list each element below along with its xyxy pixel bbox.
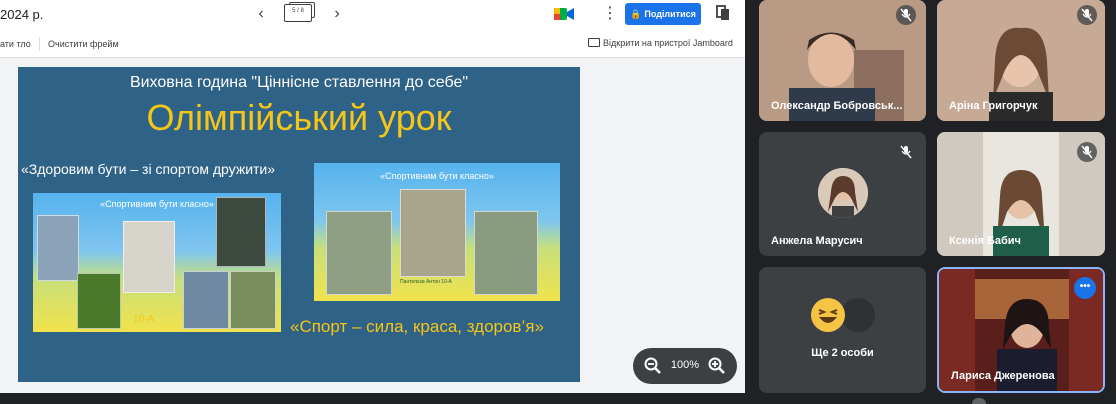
more-participants-label: Ще 2 особи (811, 347, 874, 359)
toolbar-divider (39, 37, 40, 51)
jamboard-toolbar: ати тло Очистити фрейм Відкрити на прист… (0, 30, 745, 58)
share-label: Поділитися (644, 9, 696, 19)
avatar (818, 168, 868, 218)
jamboard-panel: 2024 р. ‹ 5 / 8 › ⋮ 🔒Поділитися ати тло (0, 0, 745, 393)
laughing-emoji-icon (811, 298, 845, 332)
participant-tile-active[interactable]: ••• Лариса Джеренова (937, 267, 1105, 393)
slide-subtitle: Виховна година "Ціннісне ставлення до се… (129, 74, 469, 91)
zoom-out-icon[interactable] (643, 356, 663, 376)
participant-tile[interactable]: Олександр Бобровськ... (759, 0, 926, 121)
photo (123, 221, 175, 293)
collage-caption: «Спортивним бути класно» (380, 171, 494, 181)
photo (37, 215, 79, 281)
frame-indicator[interactable]: 5 / 8 (284, 4, 312, 22)
more-horiz-icon[interactable]: ••• (1074, 277, 1096, 299)
mic-off-indicator (1077, 142, 1097, 162)
participant-name: Олександр Бобровськ... (771, 100, 903, 112)
participant-tile[interactable]: Анжела Марусич (759, 132, 926, 256)
zoom-in-icon[interactable] (707, 356, 727, 376)
photo-collage-left: «Спортивним бути класно» 10-А (33, 193, 281, 332)
slide-slogan-sport: «Спорт – сила, краса, здоров’я» (290, 317, 544, 336)
clear-frame-button[interactable]: Очистити фрейм (48, 39, 119, 49)
share-button[interactable]: 🔒 Поділитися (625, 3, 701, 25)
participant-tile[interactable]: Аріна Григорчук (937, 0, 1105, 121)
slide-title: Олімпійський урок (146, 97, 452, 138)
photo (400, 189, 466, 277)
photo (230, 271, 276, 329)
photo (183, 271, 229, 329)
participant-name: Анжела Марусич (771, 235, 863, 247)
mic-off-indicator (896, 142, 916, 162)
photo (474, 211, 538, 295)
chevron-left-icon[interactable]: ‹ (252, 5, 270, 23)
more-participants-tile[interactable]: Ще 2 особи (759, 267, 926, 393)
scroll-handle[interactable] (972, 398, 986, 404)
chevron-right-icon[interactable]: › (328, 5, 346, 23)
mic-off-icon (1081, 145, 1093, 159)
jamboard-title[interactable]: 2024 р. (0, 7, 43, 22)
set-background-button[interactable]: ати тло (0, 39, 31, 49)
meet-present-icon[interactable] (553, 6, 575, 22)
participant-name: Лариса Джеренова (951, 370, 1055, 382)
participant-tile[interactable]: Ксенія Бабич (937, 132, 1105, 256)
photo (216, 197, 266, 267)
jam-frame[interactable]: Виховна година "Ціннісне ставлення до се… (18, 67, 580, 382)
mic-off-indicator (896, 5, 916, 25)
photo (326, 211, 392, 295)
open-on-device-label: Відкрити на пристрої Jamboard (603, 38, 733, 48)
more-vert-icon[interactable]: ⋮ (602, 5, 618, 23)
slide-slogan-health: «Здоровим бути – зі спортом дружити» (21, 161, 276, 177)
frames-panel-icon[interactable] (716, 5, 730, 21)
mic-off-icon (900, 145, 912, 159)
mic-off-icon (900, 8, 912, 22)
mic-off-indicator (1077, 5, 1097, 25)
device-icon (588, 38, 600, 47)
jamboard-topbar: 2024 р. ‹ 5 / 8 › ⋮ 🔒 Поділитися (0, 0, 745, 30)
meet-window: 2024 р. ‹ 5 / 8 › ⋮ 🔒Поділитися ати тло (0, 0, 1116, 404)
open-on-device-button[interactable]: Відкрити на пристрої Jamboard (588, 38, 733, 48)
photo-caption-name: Пантелєєв Антон 10-А (400, 279, 452, 285)
lock-icon: 🔒 (630, 9, 642, 19)
zoom-level: 100% (670, 359, 700, 371)
zoom-control: 100% (633, 348, 737, 384)
class-tag: 10-А (133, 314, 155, 325)
mic-off-icon (1081, 8, 1093, 22)
frame-counter: 5 / 8 (292, 8, 304, 14)
participant-name: Аріна Григорчук (949, 100, 1038, 112)
photo (77, 273, 121, 329)
participant-name: Ксенія Бабич (949, 235, 1021, 247)
avatar (841, 298, 875, 332)
photo-collage-right: «Спортивним бути класно» Пантелєєв Антон… (314, 163, 560, 301)
